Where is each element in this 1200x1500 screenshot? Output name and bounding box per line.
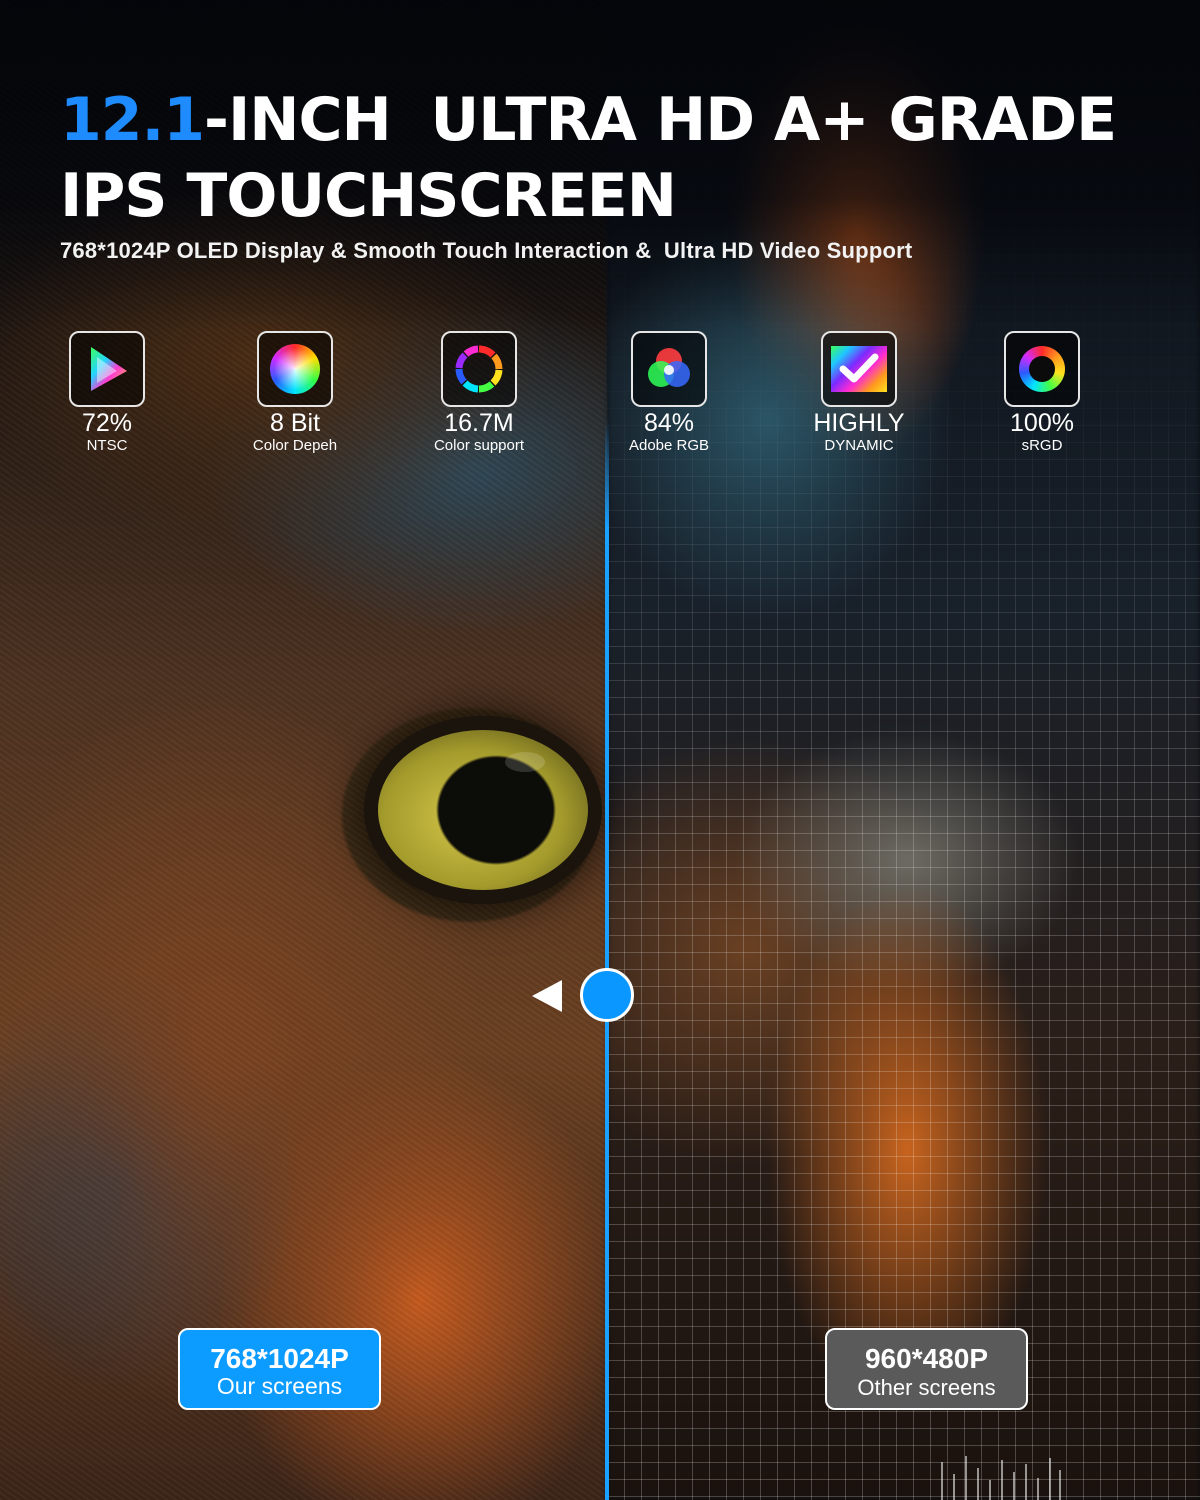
other-label: Other screens — [857, 1375, 996, 1400]
feature-value: 8 Bit — [269, 409, 321, 437]
our-screen-tag: 768*1024P Our screens — [178, 1328, 381, 1410]
comparison-slider-handle[interactable] — [580, 968, 634, 1022]
our-resolution: 768*1024P — [210, 1343, 349, 1374]
product-banner: 12.1-INCH ULTRA HD A+ GRADE IPS TOUCHSCR… — [0, 0, 1200, 1500]
feature-label: DYNAMIC — [824, 437, 894, 454]
feature-label: Color support — [433, 437, 525, 454]
owl-eye — [378, 730, 588, 890]
feature-value: 16.7M — [444, 409, 514, 437]
headline-line2: IPS TOUCHSCREEN — [60, 161, 677, 231]
checkmark-spectrum-icon — [821, 331, 897, 407]
eye-glint — [505, 752, 545, 772]
headline-line1: -INCH ULTRA HD A+ GRADE — [204, 85, 1117, 155]
rainbow-ring-icon — [1004, 331, 1080, 407]
other-resolution: 960*480P — [864, 1343, 988, 1374]
left-arrow-icon[interactable] — [532, 980, 562, 1012]
feature-label: NTSC — [86, 437, 128, 454]
subtitle: 768*1024P OLED Display & Smooth Touch In… — [60, 238, 913, 263]
headline-accent: 12.1 — [60, 85, 205, 155]
feature-label: Color Depeh — [252, 437, 338, 454]
comparison-divider[interactable] — [605, 420, 609, 1500]
feature-color-support: 16.7M Color support — [404, 331, 554, 455]
color-wheel-icon — [257, 331, 333, 407]
feature-value: 84% — [643, 409, 695, 437]
feature-value: 72% — [81, 409, 133, 437]
feature-ntsc: 72% NTSC — [32, 331, 182, 455]
color-ring-segments-icon — [441, 331, 517, 407]
feature-srgb: 100% sRGD — [967, 331, 1117, 455]
headline: 12.1-INCH ULTRA HD A+ GRADE IPS TOUCHSCR… — [60, 82, 1160, 234]
rgb-circles-icon — [631, 331, 707, 407]
feature-value: HIGHLY — [813, 409, 905, 437]
feature-color-depth: 8 Bit Color Depeh — [220, 331, 370, 455]
feature-label: Adobe RGB — [628, 437, 710, 454]
bar-lines-decoration — [941, 1456, 1061, 1500]
feature-label: sRGD — [1021, 437, 1063, 454]
other-screen-tag: 960*480P Other screens — [825, 1328, 1028, 1410]
color-gamut-triangle-icon — [69, 331, 145, 407]
feature-highly-dynamic: HIGHLY DYNAMIC — [784, 331, 934, 455]
feature-adobe-rgb: 84% Adobe RGB — [594, 331, 744, 455]
feature-value: 100% — [1010, 409, 1074, 437]
our-label: Our screens — [216, 1373, 343, 1399]
